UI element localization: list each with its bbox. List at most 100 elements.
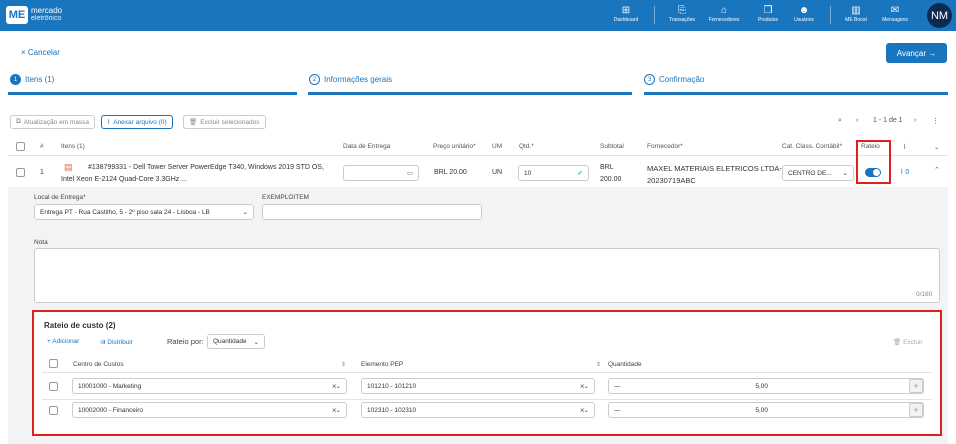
supplier-name-line1: MAXEL MATERIAIS ELETRICOS LTDA- [647,164,782,173]
step-progress-line [8,92,297,95]
cost-center-select[interactable]: 10002000 - Financeiro × ⌄ [72,402,347,418]
bulk-update-button[interactable]: ⧉ Atualização em massa [10,115,96,129]
step-confirmation[interactable]: 3 Confirmação [644,74,704,85]
col-um: UM [492,143,503,150]
nav-fornecedores[interactable]: ⌂ Fornecedores [702,4,746,23]
account-class-select[interactable]: CENTRO DE... ⌄ [782,165,854,181]
logo-line1: mercado [31,6,63,15]
step-progress-line [644,92,948,95]
paperclip-icon: ⌇ [107,119,111,126]
attachments-link[interactable]: ⌇ 0 [900,168,909,176]
clear-icon[interactable]: × [580,406,585,415]
col-account-class: Cat. Class. Contábil* [782,143,842,150]
logo[interactable]: ME mercado eletrônico [6,6,62,24]
trash-icon: 🗑 [893,339,902,346]
nav-me-boost[interactable]: ▥ ME Boost [834,4,878,23]
delivery-date-input[interactable]: ▭ [343,165,419,181]
pep-select[interactable]: 102310 - 102310 × ⌄ [361,402,595,418]
split-icon: ⇉ [100,339,106,346]
nav-usuarios[interactable]: ☻ Usuários [782,4,826,23]
distribute-button[interactable]: ⇉ Distribuir [100,338,133,346]
subtotal-currency: BRL [600,164,614,171]
delete-selected-button[interactable]: 🗑 Excluir selecionados [183,115,266,129]
step-general-info[interactable]: 2 Informações gerais [309,74,392,85]
document-arrow-icon: ⎘ [678,5,686,16]
rateio-select-all-checkbox[interactable] [49,359,58,368]
delivery-location-select[interactable]: Entrega PT - Rua Castilho, 5 - 2º piso s… [34,204,254,220]
plus-icon[interactable]: + [909,403,923,417]
unit-price: BRL 20.00 [434,169,467,176]
nav-separator [654,6,655,24]
chevron-up-icon[interactable]: ⌃ [934,166,940,174]
clear-icon[interactable]: × [580,382,585,391]
search-icon[interactable]: ⌕ [838,117,842,125]
logo-line2: eletrônico [31,15,62,22]
nav-dashboard[interactable]: ⊞ Dashboard [604,4,648,23]
clear-icon[interactable]: × [332,406,337,415]
row-checkbox[interactable] [16,168,25,177]
note-textarea[interactable] [34,248,940,303]
chevron-left-icon[interactable]: ‹ [856,117,858,124]
avatar[interactable]: NM [927,3,952,28]
rateio-row-checkbox[interactable] [49,406,58,415]
chevron-down-icon[interactable]: ⌄ [934,143,939,151]
supplier-name-line2: 20230719ABC [647,176,696,185]
pep-select[interactable]: 101210 - 101210 × ⌄ [361,378,595,394]
cost-center-select[interactable]: 10001000 - Marketing × ⌄ [72,378,347,394]
grid-icon: ⊞ [621,5,631,16]
plus-icon[interactable]: + [909,379,923,393]
sort-icon[interactable]: ⇕ [596,361,601,368]
nav-transacoes[interactable]: ⎘ Transações [660,4,704,23]
more-options-icon[interactable]: ⋮ [932,117,939,125]
item-description-line1[interactable]: #138799331 - Dell Tower Server PowerEdge… [88,164,324,171]
unit-measure: UN [492,169,503,176]
example-item-input[interactable] [262,204,482,220]
add-rateio-button[interactable]: + Adicionar [47,338,79,345]
rateio-title: Rateio de custo (2) [44,321,116,330]
divider [42,372,932,373]
step-items[interactable]: 1 Itens (1) [10,74,54,85]
col-qty: Qtd.* [519,143,534,150]
advance-button[interactable]: Avançar → [886,43,947,63]
users-icon: ☻ [798,5,810,16]
quantity-stepper[interactable]: —5,00 [608,378,924,394]
rateio-by-select[interactable]: Quantidade ⌄ [207,334,265,349]
delete-rateio-button[interactable]: 🗑 Excluir [893,338,923,346]
trash-icon: 🗑 [189,119,198,126]
note-label: Nota [34,239,48,246]
attach-file-button[interactable]: ⌇ Anexar arquivo (0) [101,115,173,129]
quantity-input[interactable]: 10 ✔ [518,165,589,181]
clear-icon[interactable]: × [332,382,337,391]
page-info: 1 - 1 de 1 [873,117,903,124]
chart-icon: ▥ [851,5,861,16]
col-delivery-date: Data de Entrega [343,143,391,150]
logo-mark: ME [6,6,28,24]
col-supplier: Fornecedor* [647,143,683,150]
divider [8,155,948,156]
sort-icon[interactable]: ⇕ [341,361,346,368]
note-counter: 0/180 [916,291,933,298]
col-quantity: Quantidade [608,361,642,368]
quantity-stepper[interactable]: —5,00 [608,402,924,418]
divider [42,399,932,400]
nav-mensagens[interactable]: ✉ Mensagens [873,4,917,23]
minus-icon[interactable]: — [614,383,621,390]
example-item-label: EXEMPLOITEM [262,194,309,201]
document-icon: ▤ [64,162,73,172]
col-num: # [40,143,44,150]
select-all-checkbox[interactable] [16,142,25,151]
chevron-down-icon: ⌄ [253,338,259,346]
cancel-button[interactable]: × Cancelar [21,48,60,57]
check-circle-icon: ✔ [577,170,583,177]
item-description-line2[interactable]: Intel Xeon E-2124 Quad-Core 3.3GHz ... [61,176,187,183]
top-bar: ME mercado eletrônico ⊞ Dashboard ⎘ Transa… [0,0,956,31]
chevron-down-icon: ⌄ [242,209,248,216]
rateio-by-label: Rateio por: [167,337,204,346]
nav-separator [830,6,831,24]
chevron-down-icon: ⌄ [842,170,848,177]
store-icon: ⌂ [720,5,728,16]
rateio-row-checkbox[interactable] [49,382,58,391]
minus-icon[interactable]: — [614,407,621,414]
chevron-right-icon[interactable]: › [914,117,916,124]
col-subtotal: Subtotal [600,143,624,150]
